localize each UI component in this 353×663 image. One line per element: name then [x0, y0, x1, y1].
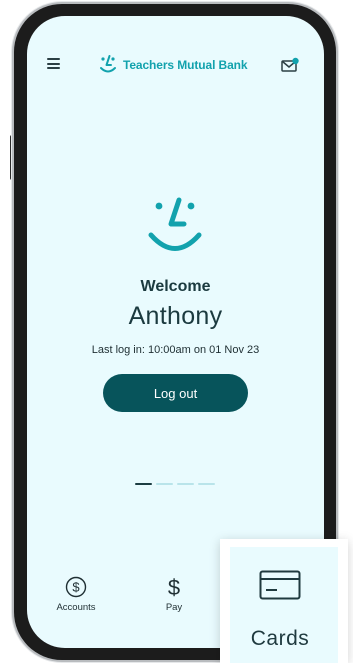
last-login-text: Last log in: 10:00am on 01 Nov 23	[91, 344, 260, 356]
logout-button[interactable]: Log out	[103, 374, 248, 412]
hamburger-menu-icon[interactable]	[47, 58, 60, 69]
user-name: Anthony	[128, 302, 223, 330]
credit-card-icon	[259, 570, 301, 600]
top-bar: Teachers Mutual Bank	[27, 52, 324, 78]
mail-notification-icon[interactable]	[281, 57, 299, 73]
carousel-dot-4[interactable]	[198, 483, 215, 485]
nav-accounts[interactable]: $ Accounts	[41, 576, 111, 613]
svg-text:$: $	[72, 580, 80, 595]
cards-label: Cards	[250, 627, 310, 650]
svg-text:$: $	[168, 576, 180, 598]
carousel-indicator	[135, 483, 215, 485]
brand-name: Teachers Mutual Bank	[123, 58, 248, 72]
carousel-dot-1[interactable]	[135, 483, 152, 485]
brand-smile-logo-icon	[100, 55, 116, 73]
dollar-sign-icon: $	[168, 576, 180, 598]
dollar-circle-icon: $	[65, 576, 87, 598]
nav-cards[interactable]: Cards	[230, 547, 338, 663]
nav-pay[interactable]: $ Pay	[139, 576, 209, 613]
bank-smile-logo-icon	[148, 197, 202, 251]
brand-header: Teachers Mutual Bank	[97, 54, 248, 76]
carousel-dot-2[interactable]	[156, 483, 173, 485]
carousel-dot-3[interactable]	[177, 483, 194, 485]
nav-pay-label: Pay	[165, 602, 183, 613]
cards-callout: Cards	[220, 539, 348, 663]
nav-accounts-label: Accounts	[56, 602, 96, 613]
welcome-heading: Welcome	[140, 278, 211, 295]
